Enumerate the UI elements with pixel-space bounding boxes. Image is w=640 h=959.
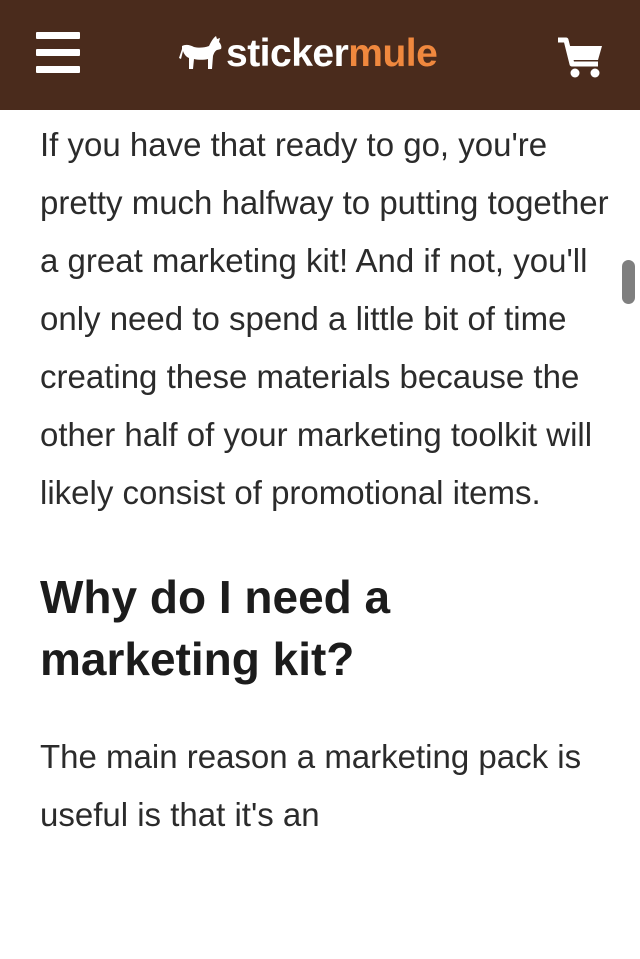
section-heading: Why do I need a marketing kit? <box>40 571 391 685</box>
cart-glyph <box>558 37 602 78</box>
menu-bar <box>36 32 80 39</box>
logo-text-sticker: sticker <box>226 32 349 75</box>
shopping-cart-icon[interactable] <box>556 36 606 80</box>
stickermule-logo[interactable]: sticker mule <box>178 26 438 82</box>
article-paragraph: The main reason a marketing pack is usef… <box>40 738 582 833</box>
menu-bar <box>36 49 80 56</box>
scrollbar-thumb[interactable] <box>622 260 635 304</box>
article-paragraph: If you have that ready to go, you're pre… <box>40 126 609 511</box>
hamburger-menu-icon[interactable] <box>36 32 82 74</box>
menu-bar <box>36 66 80 73</box>
logo-text-mule: mule <box>348 32 438 75</box>
mule-icon <box>179 36 222 69</box>
article-body: If you have that ready to go, you're pre… <box>40 110 610 844</box>
top-nav-bar: sticker mule <box>0 0 640 110</box>
